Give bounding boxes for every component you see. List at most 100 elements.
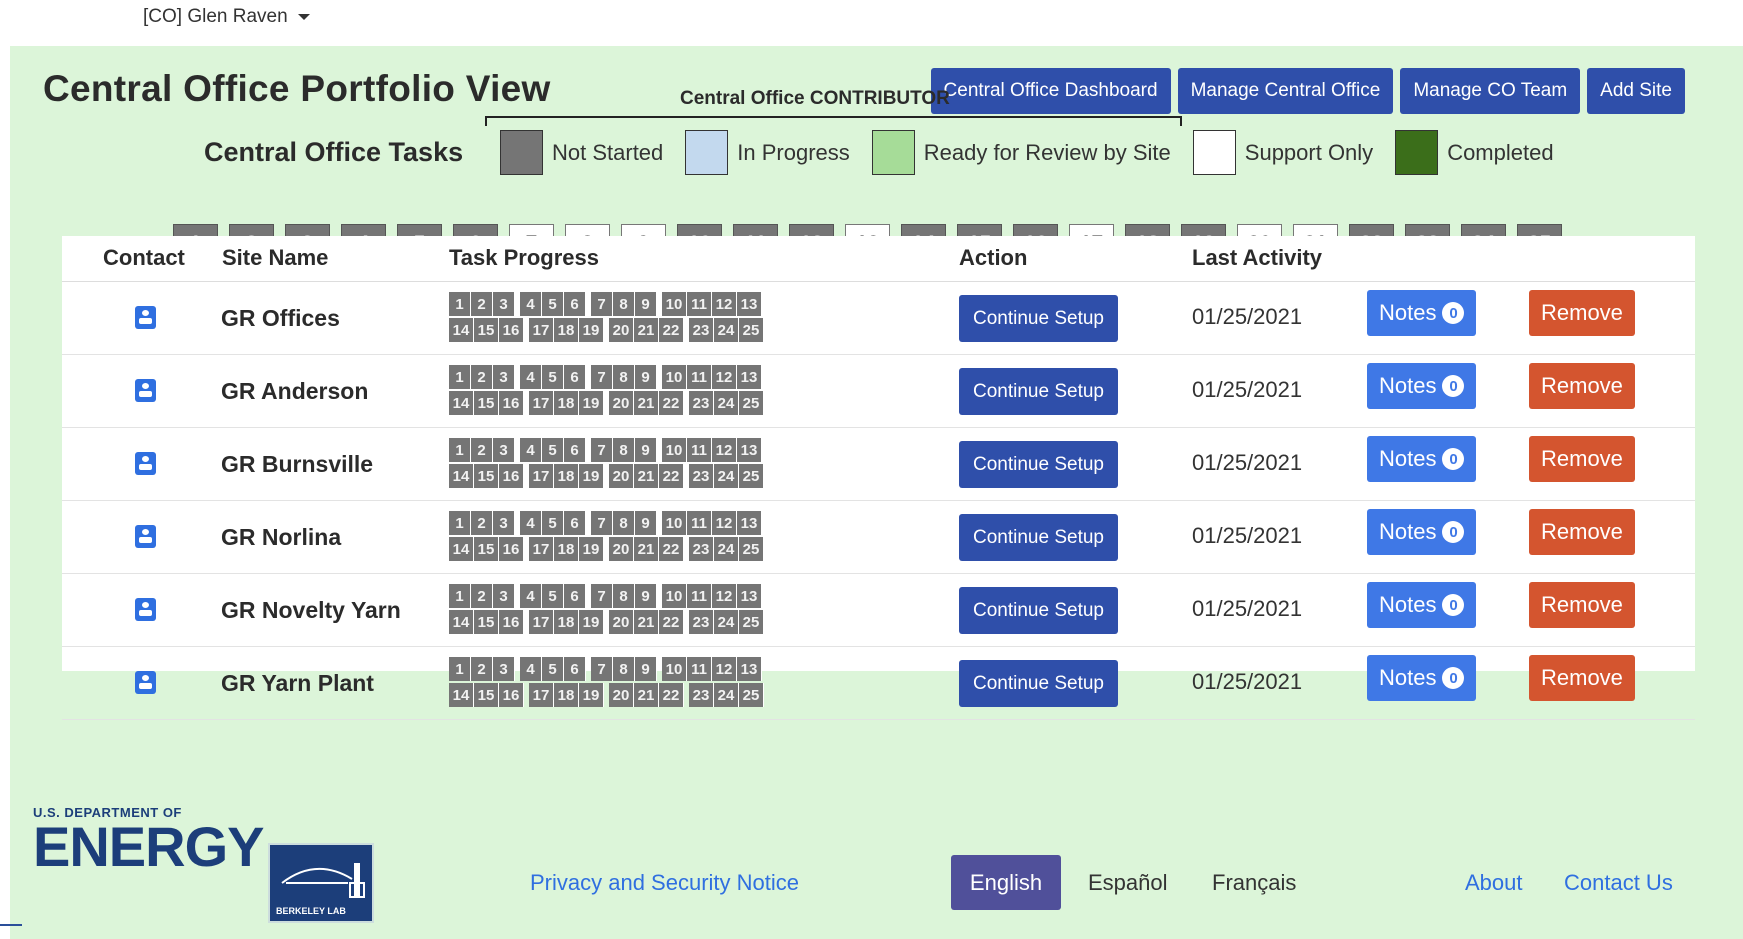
task-progress-box: 10 <box>662 511 687 535</box>
language-spanish-link[interactable]: Español <box>1088 870 1168 896</box>
continue-setup-button[interactable]: Continue Setup <box>959 441 1118 488</box>
task-progress-box: 11 <box>687 438 712 462</box>
notes-count-badge: 0 <box>1442 448 1465 470</box>
notes-button[interactable]: Notes 0 <box>1367 509 1477 555</box>
task-progress-box: 22 <box>659 683 684 707</box>
task-progress-box: 24 <box>714 464 739 488</box>
legend-label: Support Only <box>1244 139 1374 165</box>
task-progress-box: 10 <box>662 365 687 389</box>
task-progress-box: 5 <box>542 292 564 316</box>
doe-logo: U.S. DEPARTMENT OF ENERGY <box>33 805 264 875</box>
task-progress-line: 14 15 16 17 18 19 20 21 22 23 24 25 <box>449 683 829 707</box>
last-activity-date: 01/25/2021 <box>1192 596 1303 621</box>
continue-setup-button[interactable]: Continue Setup <box>959 660 1118 707</box>
contact-us-link[interactable]: Contact Us <box>1564 870 1673 896</box>
continue-setup-button[interactable]: Continue Setup <box>959 514 1118 561</box>
edge-mark <box>0 924 22 926</box>
task-progress-box: 25 <box>739 537 764 561</box>
task-progress-box: 11 <box>687 584 712 608</box>
task-progress-box: 13 <box>737 438 762 462</box>
contact-card-icon[interactable] <box>135 452 156 475</box>
legend-swatch <box>500 130 543 175</box>
about-link[interactable]: About <box>1465 870 1523 896</box>
language-french-link[interactable]: Français <box>1212 870 1296 896</box>
site-name: GR Yarn Plant <box>221 670 374 696</box>
continue-setup-button[interactable]: Continue Setup <box>959 368 1118 415</box>
legend-label: In Progress <box>737 139 850 165</box>
task-progress-line: 14 15 16 17 18 19 20 21 22 23 24 25 <box>449 537 829 561</box>
remove-button[interactable]: Remove <box>1529 582 1635 628</box>
task-progress-box: 5 <box>542 657 564 681</box>
remove-button[interactable]: Remove <box>1529 509 1635 555</box>
task-progress-box: 21 <box>634 318 659 342</box>
task-progress-box: 3 <box>493 292 515 316</box>
central-office-dashboard-button[interactable]: Central Office Dashboard <box>930 68 1171 114</box>
remove-button[interactable]: Remove <box>1529 290 1635 336</box>
last-activity-date: 01/25/2021 <box>1192 450 1303 475</box>
task-progress-box: 19 <box>579 683 604 707</box>
task-progress-box: 8 <box>613 584 635 608</box>
notes-label: Notes <box>1379 446 1437 471</box>
task-progress-box: 17 <box>529 318 554 342</box>
lab-logo-text: BERKELEY LAB <box>276 906 346 916</box>
task-progress-line: 14 15 16 17 18 19 20 21 22 23 24 25 <box>449 610 829 634</box>
task-progress-box: 6 <box>564 438 586 462</box>
task-progress-box: 13 <box>737 584 762 608</box>
berkeley-lab-logo: BERKELEY LAB <box>268 843 374 923</box>
notes-button[interactable]: Notes 0 <box>1367 363 1477 409</box>
task-progress-box: 23 <box>689 391 714 415</box>
task-progress-grid: 1 2 3 4 5 6 7 8 9 10 11 12 13 14 15 16 17 18 19 20 21 22 23 24 2… <box>449 657 829 709</box>
task-progress-box: 10 <box>662 292 687 316</box>
task-progress-box: 14 <box>449 683 474 707</box>
task-progress-grid: 1 2 3 4 5 6 7 8 9 10 11 12 13 14 15 16 17 18 19 20 21 22 23 24 2… <box>449 365 829 417</box>
task-progress-box: 21 <box>634 683 659 707</box>
contact-card-icon[interactable] <box>135 671 156 694</box>
privacy-notice-link[interactable]: Privacy and Security Notice <box>530 870 799 896</box>
task-progress-box: 13 <box>737 365 762 389</box>
task-progress-line: 1 2 3 4 5 6 7 8 9 10 11 12 13 <box>449 292 829 316</box>
top-button-group: Central Office Dashboard Manage Central … <box>930 68 1685 114</box>
task-progress-box: 23 <box>689 464 714 488</box>
task-progress-box: 3 <box>493 657 515 681</box>
task-progress-box: 3 <box>493 438 515 462</box>
task-progress-box: 16 <box>499 683 524 707</box>
notes-button[interactable]: Notes 0 <box>1367 290 1477 336</box>
task-progress-box: 25 <box>739 391 764 415</box>
remove-button[interactable]: Remove <box>1529 436 1635 482</box>
remove-button[interactable]: Remove <box>1529 363 1635 409</box>
contact-card-icon[interactable] <box>135 525 156 548</box>
add-site-button[interactable]: Add Site <box>1587 68 1685 114</box>
status-legend: Not Started In Progress Ready for Review… <box>500 130 1576 175</box>
remove-button[interactable]: Remove <box>1529 655 1635 701</box>
sites-table: Contact Site Name Task Progress Action L… <box>62 236 1695 720</box>
task-progress-box: 12 <box>712 292 737 316</box>
task-progress-box: 24 <box>714 391 739 415</box>
task-progress-box: 2 <box>471 511 493 535</box>
task-progress-box: 23 <box>689 610 714 634</box>
task-progress-box: 19 <box>579 537 604 561</box>
notes-button[interactable]: Notes 0 <box>1367 655 1477 701</box>
task-progress-box: 20 <box>609 683 634 707</box>
notes-button[interactable]: Notes 0 <box>1367 582 1477 628</box>
task-progress-box: 15 <box>474 683 499 707</box>
task-progress-box: 5 <box>542 365 564 389</box>
contact-card-icon[interactable] <box>135 379 156 402</box>
task-progress-box: 24 <box>714 683 739 707</box>
legend-swatch <box>871 130 915 175</box>
manage-co-team-button[interactable]: Manage CO Team <box>1400 68 1581 114</box>
notes-button[interactable]: Notes 0 <box>1367 436 1477 482</box>
continue-setup-button[interactable]: Continue Setup <box>959 295 1118 342</box>
manage-central-office-button[interactable]: Manage Central Office <box>1177 68 1394 114</box>
task-progress-box: 16 <box>499 464 524 488</box>
continue-setup-button[interactable]: Continue Setup <box>959 587 1118 634</box>
language-english-button[interactable]: English <box>951 855 1061 910</box>
legend-not-started: Not Started <box>500 130 663 175</box>
site-name: GR Offices <box>221 305 340 331</box>
task-progress-box: 23 <box>689 537 714 561</box>
contact-card-icon[interactable] <box>135 306 156 329</box>
org-selector[interactable]: [CO] Glen Raven <box>143 6 310 28</box>
task-progress-box: 3 <box>493 584 515 608</box>
task-progress-box: 8 <box>613 657 635 681</box>
task-progress-box: 4 <box>520 657 542 681</box>
contact-card-icon[interactable] <box>135 598 156 621</box>
